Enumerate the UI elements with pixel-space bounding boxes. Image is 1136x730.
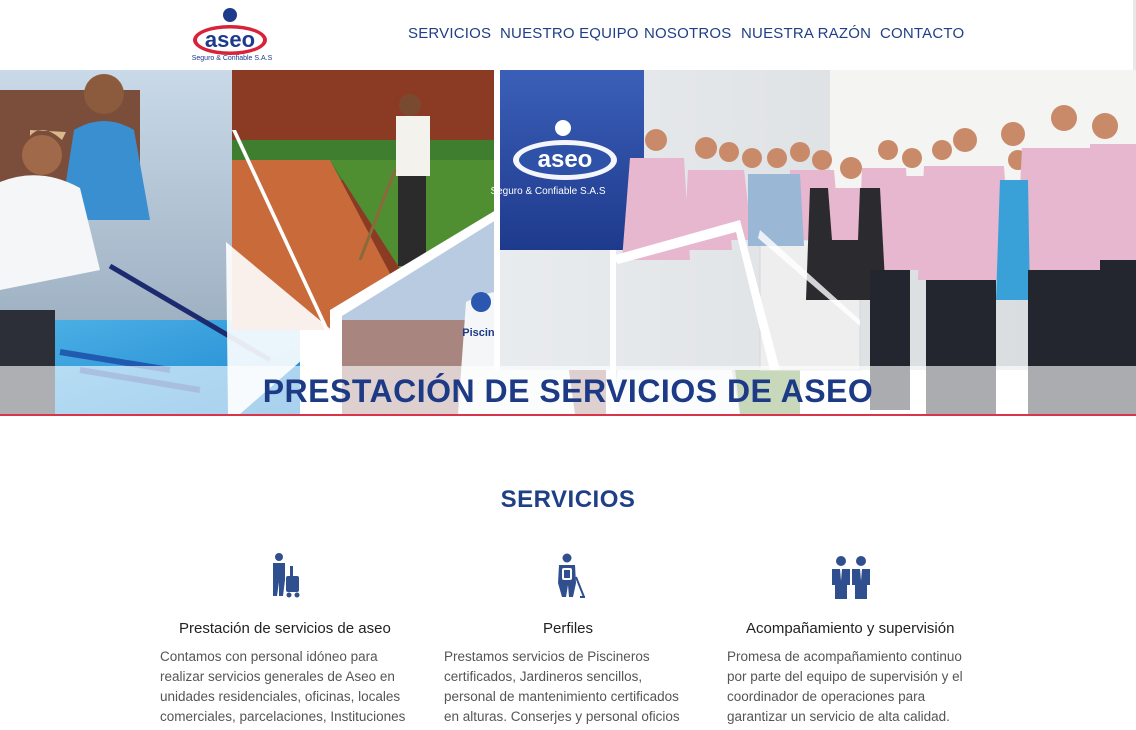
service-card-title: Prestación de servicios de aseo bbox=[179, 620, 391, 637]
nav-item-nuestro-equipo[interactable]: NUESTRO EQUIPO bbox=[500, 25, 639, 42]
service-card-title: Perfiles bbox=[543, 620, 594, 637]
service-card-description: Prestamos servicios de Piscineros certif… bbox=[444, 649, 680, 724]
logo-text: aseo bbox=[205, 27, 255, 52]
service-card-description: Promesa de acompañamiento continuo por p… bbox=[727, 649, 963, 724]
hero-banner: Piscinero aseo Seguro & Confiable S.A.S bbox=[0, 70, 1136, 414]
service-card-title: Acompañamiento y supervisión bbox=[746, 620, 955, 637]
site-header: aseo Seguro & Confiable S.A.S SERVICIOS … bbox=[0, 0, 1136, 70]
hero-collage: Piscinero aseo Seguro & Confiable S.A.S bbox=[0, 70, 1136, 414]
logo-mark-icon: aseo bbox=[193, 8, 267, 55]
team-supervision-icon bbox=[832, 556, 870, 599]
services-title: SERVICIOS bbox=[500, 486, 636, 513]
nav-item-contacto[interactable]: CONTACTO bbox=[880, 25, 964, 42]
hero-title: PRESTACIÓN DE SERVICIOS DE ASEO bbox=[262, 373, 874, 409]
hero-divider bbox=[0, 414, 1136, 416]
nav-item-servicios[interactable]: SERVICIOS bbox=[408, 25, 491, 42]
sign-tagline: Seguro & Confiable S.A.S bbox=[490, 186, 605, 197]
service-card-description: Contamos con personal idóneo para realiz… bbox=[160, 649, 406, 724]
aseo-logo[interactable]: aseo Seguro & Confiable S.A.S bbox=[189, 6, 275, 66]
cleaning-cart-icon bbox=[273, 553, 300, 598]
sign-logo-text: aseo bbox=[538, 146, 593, 173]
nav-item-nosotros[interactable]: NOSOTROS bbox=[644, 25, 731, 42]
logo-tagline: Seguro & Confiable S.A.S bbox=[191, 55, 273, 62]
nav-item-nuestra-razon[interactable]: NUESTRA RAZÓN bbox=[741, 25, 871, 42]
worker-profile-icon bbox=[558, 553, 585, 598]
